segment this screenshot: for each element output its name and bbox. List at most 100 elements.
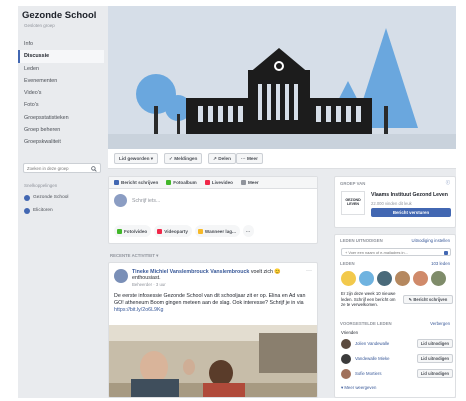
avatar[interactable]	[341, 271, 356, 286]
avatar[interactable]	[341, 369, 351, 379]
organization-logo[interactable]: GEZOND LEVEN	[341, 191, 365, 215]
avatar[interactable]	[359, 271, 374, 286]
avatar[interactable]	[413, 271, 428, 286]
write-post-button[interactable]: ✎ Bericht schrijven	[403, 295, 453, 304]
group-nav: Info Discussie Leden Evenementen Video's…	[18, 38, 104, 149]
member-status-button[interactable]: Lid geworden ▾	[114, 153, 159, 164]
tab-write-post[interactable]: Bericht schrijven	[114, 180, 158, 185]
invite-member-button[interactable]: Lid uitnodigen	[416, 354, 453, 363]
post-feeling-word: enthousiast.	[132, 275, 161, 281]
avatar[interactable]	[341, 339, 351, 349]
post-composer: Bericht schrijven Fotoalbum Livevideo Me…	[108, 176, 318, 244]
photo-icon	[166, 180, 172, 185]
calendar-icon	[197, 228, 203, 234]
video-icon	[157, 228, 163, 234]
avatar[interactable]	[341, 354, 351, 364]
info-icon[interactable]: ⓘ	[446, 180, 450, 186]
nav-item-videos[interactable]: Video's	[18, 87, 104, 99]
invite-input[interactable]	[345, 249, 435, 256]
hide-suggestions-link[interactable]: Verbergen	[430, 321, 450, 326]
group-owner-card: GROEP VAN ⓘ GEZOND LEVEN Vlaams Instituu…	[334, 176, 456, 228]
videoparty-button[interactable]: Videoparty	[154, 225, 192, 237]
tab-photo-album[interactable]: Fotoalbum	[166, 180, 197, 185]
group-search-box[interactable]	[23, 163, 101, 173]
invite-heading: LEDEN UITNODIGEN	[340, 238, 383, 243]
page: Gezonde School Gesloten groep Info Discu…	[0, 0, 466, 401]
send-message-button[interactable]: Bericht versturen	[371, 208, 451, 217]
tab-more[interactable]: Meer	[240, 180, 259, 185]
shortcuts-heading: Snelkoppelingen	[24, 183, 58, 188]
post-text: De eerste infosessie Gezonde School van …	[114, 293, 306, 314]
organization-likes: 22.000 vinden dit leuk	[371, 201, 412, 206]
cover-photo[interactable]	[108, 6, 456, 149]
avatar[interactable]	[431, 271, 446, 286]
avatar[interactable]	[395, 271, 410, 286]
event-button[interactable]: Wanneer lag...	[194, 225, 240, 237]
pencil-icon	[114, 180, 119, 185]
member-name[interactable]: Vandewalle Mieke	[355, 356, 390, 361]
invite-settings-link[interactable]: Uitnodiging instellen	[412, 238, 450, 243]
group-search-input[interactable]	[27, 165, 87, 172]
share-button[interactable]: ↗ Delen	[208, 153, 236, 164]
invite-member-button[interactable]: Lid uitnodigen	[416, 369, 453, 378]
nav-item-group-quality[interactable]: Groepskwaliteit	[18, 136, 104, 148]
nav-item-manage-group[interactable]: Groep beheren	[18, 124, 104, 136]
nav-item-info[interactable]: Info	[18, 38, 104, 50]
composer-buttons: Foto/video Videoparty Wanneer lag... ···	[114, 225, 255, 237]
post-options-icon[interactable]: ···	[306, 268, 312, 274]
nav-item-members[interactable]: Leden	[18, 63, 104, 75]
school-illustration	[108, 6, 456, 149]
composer-more-button[interactable]: ···	[242, 225, 255, 237]
group-name[interactable]: Gezonde School	[22, 10, 96, 21]
avatar	[114, 194, 127, 207]
show-more-link[interactable]: ▾ Meer weergeven	[341, 385, 376, 391]
facebook-group-page: Gezonde School Gesloten groep Info Discu…	[18, 6, 456, 398]
photo-icon	[117, 228, 122, 234]
group-privacy-label: Gesloten groep	[24, 23, 55, 28]
suggested-member-row: Jolien Vandewalle Lid uitnodigen	[341, 338, 453, 350]
avatar[interactable]	[377, 271, 392, 286]
contacts-icon[interactable]	[444, 250, 448, 255]
group-icon	[24, 194, 30, 201]
invite-field[interactable]	[341, 248, 451, 256]
composer-input-row[interactable]: Schrijf iets...	[114, 194, 160, 207]
recent-activity-sort[interactable]: RECENTE ACTIVITEIT ▾	[110, 253, 158, 259]
shortcut-gezonde-school[interactable]: Gezonde School	[24, 193, 68, 202]
nav-item-events[interactable]: Evenementen	[18, 75, 104, 87]
photo-video-button[interactable]: Foto/video	[114, 225, 152, 237]
group-icon	[24, 207, 30, 214]
post-meta: Beheerder · 3 uur	[132, 282, 166, 287]
composer-tabs: Bericht schrijven Fotoalbum Livevideo Me…	[109, 177, 317, 189]
owner-heading: GROEP VAN	[340, 181, 366, 186]
member-name[interactable]: Jolien Vandewalle	[355, 341, 389, 346]
feed-post: Tineke Michiel Vanslembrouck Vanslembrou…	[108, 262, 318, 398]
nav-item-insights[interactable]: Groepsstatistieken	[18, 112, 104, 124]
composer-placeholder[interactable]: Schrijf iets...	[132, 198, 160, 204]
group-action-bar: Lid geworden ▾ ✓ Meldingen ↗ Delen ··· M…	[108, 149, 456, 169]
nav-item-discussion[interactable]: Discussie	[18, 50, 104, 63]
post-link[interactable]: https://bit.ly/2o6L9Kg	[114, 307, 163, 313]
friends-label: Vrienden	[341, 330, 359, 335]
suggested-member-row: Sofie Mortiers Lid uitnodigen	[341, 368, 453, 380]
new-member-avatars	[341, 271, 446, 286]
post-feeling: voelt zich 😊	[249, 269, 281, 275]
shortcut-label: Elicitoren	[33, 208, 53, 213]
members-heading: LEDEN	[340, 261, 355, 266]
video-icon	[204, 180, 210, 185]
notifications-button[interactable]: ✓ Meldingen	[164, 153, 203, 164]
suggested-members-heading: VOORGESTELDE LEDEN	[340, 321, 392, 326]
post-photo[interactable]	[109, 325, 317, 397]
tab-live-video[interactable]: Livevideo	[204, 180, 233, 185]
post-timestamp[interactable]: 3 uur	[156, 282, 166, 287]
invite-member-button[interactable]: Lid uitnodigen	[416, 339, 453, 348]
shortcut-label: Gezonde School	[33, 195, 69, 200]
members-count-link[interactable]: 103 leden	[431, 261, 450, 266]
shortcut-elicitoren[interactable]: Elicitoren	[24, 206, 53, 215]
organization-name[interactable]: Vlaams Instituut Gezond Leven	[371, 192, 448, 198]
avatar[interactable]	[114, 269, 128, 283]
search-icon[interactable]	[91, 165, 97, 172]
admin-badge: Beheerder	[132, 282, 153, 287]
nav-item-photos[interactable]: Foto's	[18, 99, 104, 111]
member-name[interactable]: Sofie Mortiers	[355, 371, 382, 376]
more-button[interactable]: ··· Meer	[236, 153, 263, 164]
